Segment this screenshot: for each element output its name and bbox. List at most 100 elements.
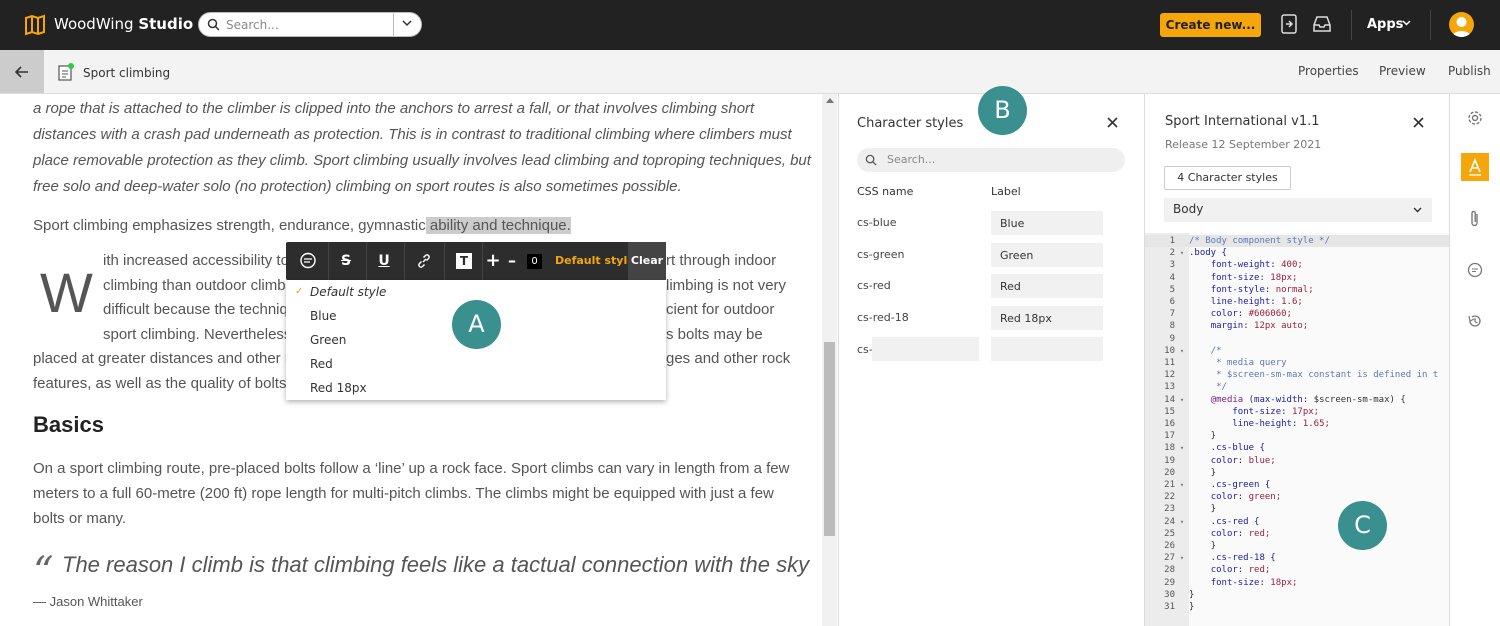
menu-item-blue[interactable]: Blue	[310, 309, 337, 323]
code-line[interactable]: 8 margin: 12px auto;	[1145, 320, 1450, 332]
back-button[interactable]	[0, 50, 44, 93]
code-line[interactable]: 4 font-size: 18px;	[1145, 272, 1450, 284]
comment-icon[interactable]	[1467, 262, 1483, 278]
clear-button[interactable]: Clear	[628, 242, 666, 280]
code-line[interactable]: 14 ▾ @media (max-width: $screen-sm-max) {	[1145, 394, 1450, 406]
label-field[interactable]: Blue	[991, 211, 1103, 235]
fold-toggle-icon[interactable]: ▾	[1175, 552, 1189, 564]
paragraph-line-end: rt through indoor	[666, 252, 777, 269]
code-line[interactable]: 24 ▾ .cs-red {	[1145, 516, 1450, 528]
fold-toggle-icon[interactable]: ▾	[1175, 247, 1189, 259]
code-line[interactable]: 20 }	[1145, 467, 1450, 479]
menu-item-green[interactable]: Green	[310, 333, 346, 347]
code-line[interactable]: 15 font-size: 17px;	[1145, 406, 1450, 418]
code-line[interactable]: 5 font-style: normal;	[1145, 284, 1450, 296]
character-styles-button[interactable]: 4 Character styles	[1164, 166, 1291, 190]
menu-item-default-style[interactable]: Default style	[310, 285, 386, 299]
code-line[interactable]: 3 font-weight: 400;	[1145, 259, 1450, 271]
fold-toggle-icon[interactable]: ▾	[1175, 516, 1189, 528]
history-icon[interactable]	[1467, 313, 1483, 329]
code-line[interactable]: 1 /* Body component style */	[1145, 235, 1450, 248]
style-dropdown[interactable]: Default style	[555, 254, 635, 267]
callout-badge-b: B	[978, 86, 1027, 135]
close-icon[interactable]	[1107, 117, 1118, 128]
scroll-up-icon[interactable]	[826, 98, 834, 103]
tab-publish[interactable]: Publish	[1448, 64, 1491, 78]
line-number: 20	[1164, 467, 1175, 478]
menu-item-red[interactable]: Red	[310, 357, 333, 371]
new-css-name-field[interactable]	[872, 337, 979, 361]
styles-search-input[interactable]: Search...	[857, 148, 1125, 172]
code-line[interactable]: 18 ▾ .cs-blue {	[1145, 442, 1450, 454]
section-heading: Basics	[33, 412, 104, 437]
component-select[interactable]: Body	[1164, 198, 1432, 222]
label-field[interactable]: Red 18px	[991, 306, 1103, 330]
code-line[interactable]: 27 ▾ .cs-red-18 {	[1145, 552, 1450, 564]
line-number: 12	[1164, 370, 1175, 381]
code-line[interactable]: 7 color: #606060;	[1145, 308, 1450, 320]
fold-toggle-icon[interactable]: ▾	[1175, 479, 1189, 491]
panel-title: Sport International v1.1	[1165, 114, 1320, 129]
code-line[interactable]: 2 ▾ .body {	[1145, 247, 1450, 259]
apps-menu-button[interactable]: Apps	[1367, 17, 1411, 32]
inbox-icon[interactable]	[1311, 13, 1333, 35]
code-line[interactable]: 16 line-height: 1.65;	[1145, 418, 1450, 430]
code-line[interactable]: 23 }	[1145, 503, 1450, 515]
search-scope-dropdown[interactable]	[393, 13, 421, 36]
paperclip-icon[interactable]	[1467, 210, 1483, 228]
code-text: font-size: 17px;	[1232, 406, 1320, 417]
tab-properties[interactable]: Properties	[1298, 64, 1359, 78]
code-line[interactable]: 29 font-size: 18px;	[1145, 577, 1450, 589]
paragraph-line: difficult because the techniq	[103, 301, 288, 318]
text-style-icon[interactable]	[1461, 153, 1489, 181]
comment-icon[interactable]	[294, 242, 322, 280]
label-field[interactable]: Red	[991, 274, 1103, 298]
code-line[interactable]: 25 color: red;	[1145, 528, 1450, 540]
code-line[interactable]: 12 * $screen-sm-max constant is defined …	[1145, 369, 1450, 381]
search-placeholder: Search...	[887, 153, 936, 166]
code-line[interactable]: 21 ▾ .cs-green {	[1145, 479, 1450, 491]
fold-toggle-icon[interactable]: ▾	[1175, 442, 1189, 454]
css-code-editor[interactable]: 1/* Body component style */2 ▾ .body {3 fo…	[1145, 233, 1450, 626]
code-line[interactable]: 22 color: green;	[1145, 491, 1450, 503]
code-line[interactable]: 31}	[1145, 601, 1450, 613]
underline-button[interactable]: U	[370, 242, 398, 280]
close-icon[interactable]	[1413, 117, 1424, 128]
editor-scrollbar[interactable]	[822, 94, 837, 626]
tab-preview[interactable]: Preview	[1379, 64, 1426, 78]
logo-icon[interactable]	[24, 14, 46, 36]
label-field[interactable]: Green	[991, 243, 1103, 267]
line-number: 1	[1169, 236, 1175, 246]
code-line[interactable]: 10 ▾ /*	[1145, 345, 1450, 357]
character-styles-panel: Character styles Search... CSS name Labe…	[838, 94, 1143, 626]
code-line[interactable]: 28 color: red;	[1145, 564, 1450, 576]
line-number: 3	[1169, 260, 1175, 271]
create-new-button[interactable]: Create new...	[1160, 13, 1261, 37]
fold-toggle-icon[interactable]: ▾	[1175, 394, 1189, 406]
fold-toggle-icon[interactable]: ▾	[1175, 345, 1189, 357]
menu-item-red-18px[interactable]: Red 18px	[310, 381, 367, 395]
paragraph-line-end: limbing is not very	[666, 277, 787, 294]
scrollbar-thumb[interactable]	[824, 342, 835, 536]
code-line[interactable]: 30}	[1145, 589, 1450, 601]
code-line[interactable]: 19 color: blue;	[1145, 455, 1450, 467]
code-line[interactable]: 17 }	[1145, 430, 1450, 442]
code-line[interactable]: 6 line-height: 1.6;	[1145, 296, 1450, 308]
divider	[328, 242, 329, 280]
avatar[interactable]	[1449, 12, 1474, 37]
search-input[interactable]: Search...	[198, 12, 422, 37]
code-line[interactable]: 9	[1145, 333, 1450, 345]
decrease-size-button[interactable]: –	[505, 242, 519, 280]
code-line[interactable]: 11 * media query	[1145, 357, 1450, 369]
code-line[interactable]: 26 }	[1145, 540, 1450, 552]
code-line[interactable]: 13 */	[1145, 381, 1450, 393]
text-style-button[interactable]: T	[452, 242, 476, 280]
gear-icon[interactable]	[1467, 110, 1483, 126]
new-label-field[interactable]	[991, 337, 1103, 361]
line-number: 26	[1164, 541, 1175, 551]
link-icon[interactable]	[410, 242, 438, 280]
paragraph-line-end: cient for outdoor	[666, 301, 775, 318]
export-icon[interactable]	[1278, 13, 1300, 35]
strikethrough-button[interactable]: S	[332, 242, 360, 280]
increase-size-button[interactable]: +	[485, 242, 501, 280]
